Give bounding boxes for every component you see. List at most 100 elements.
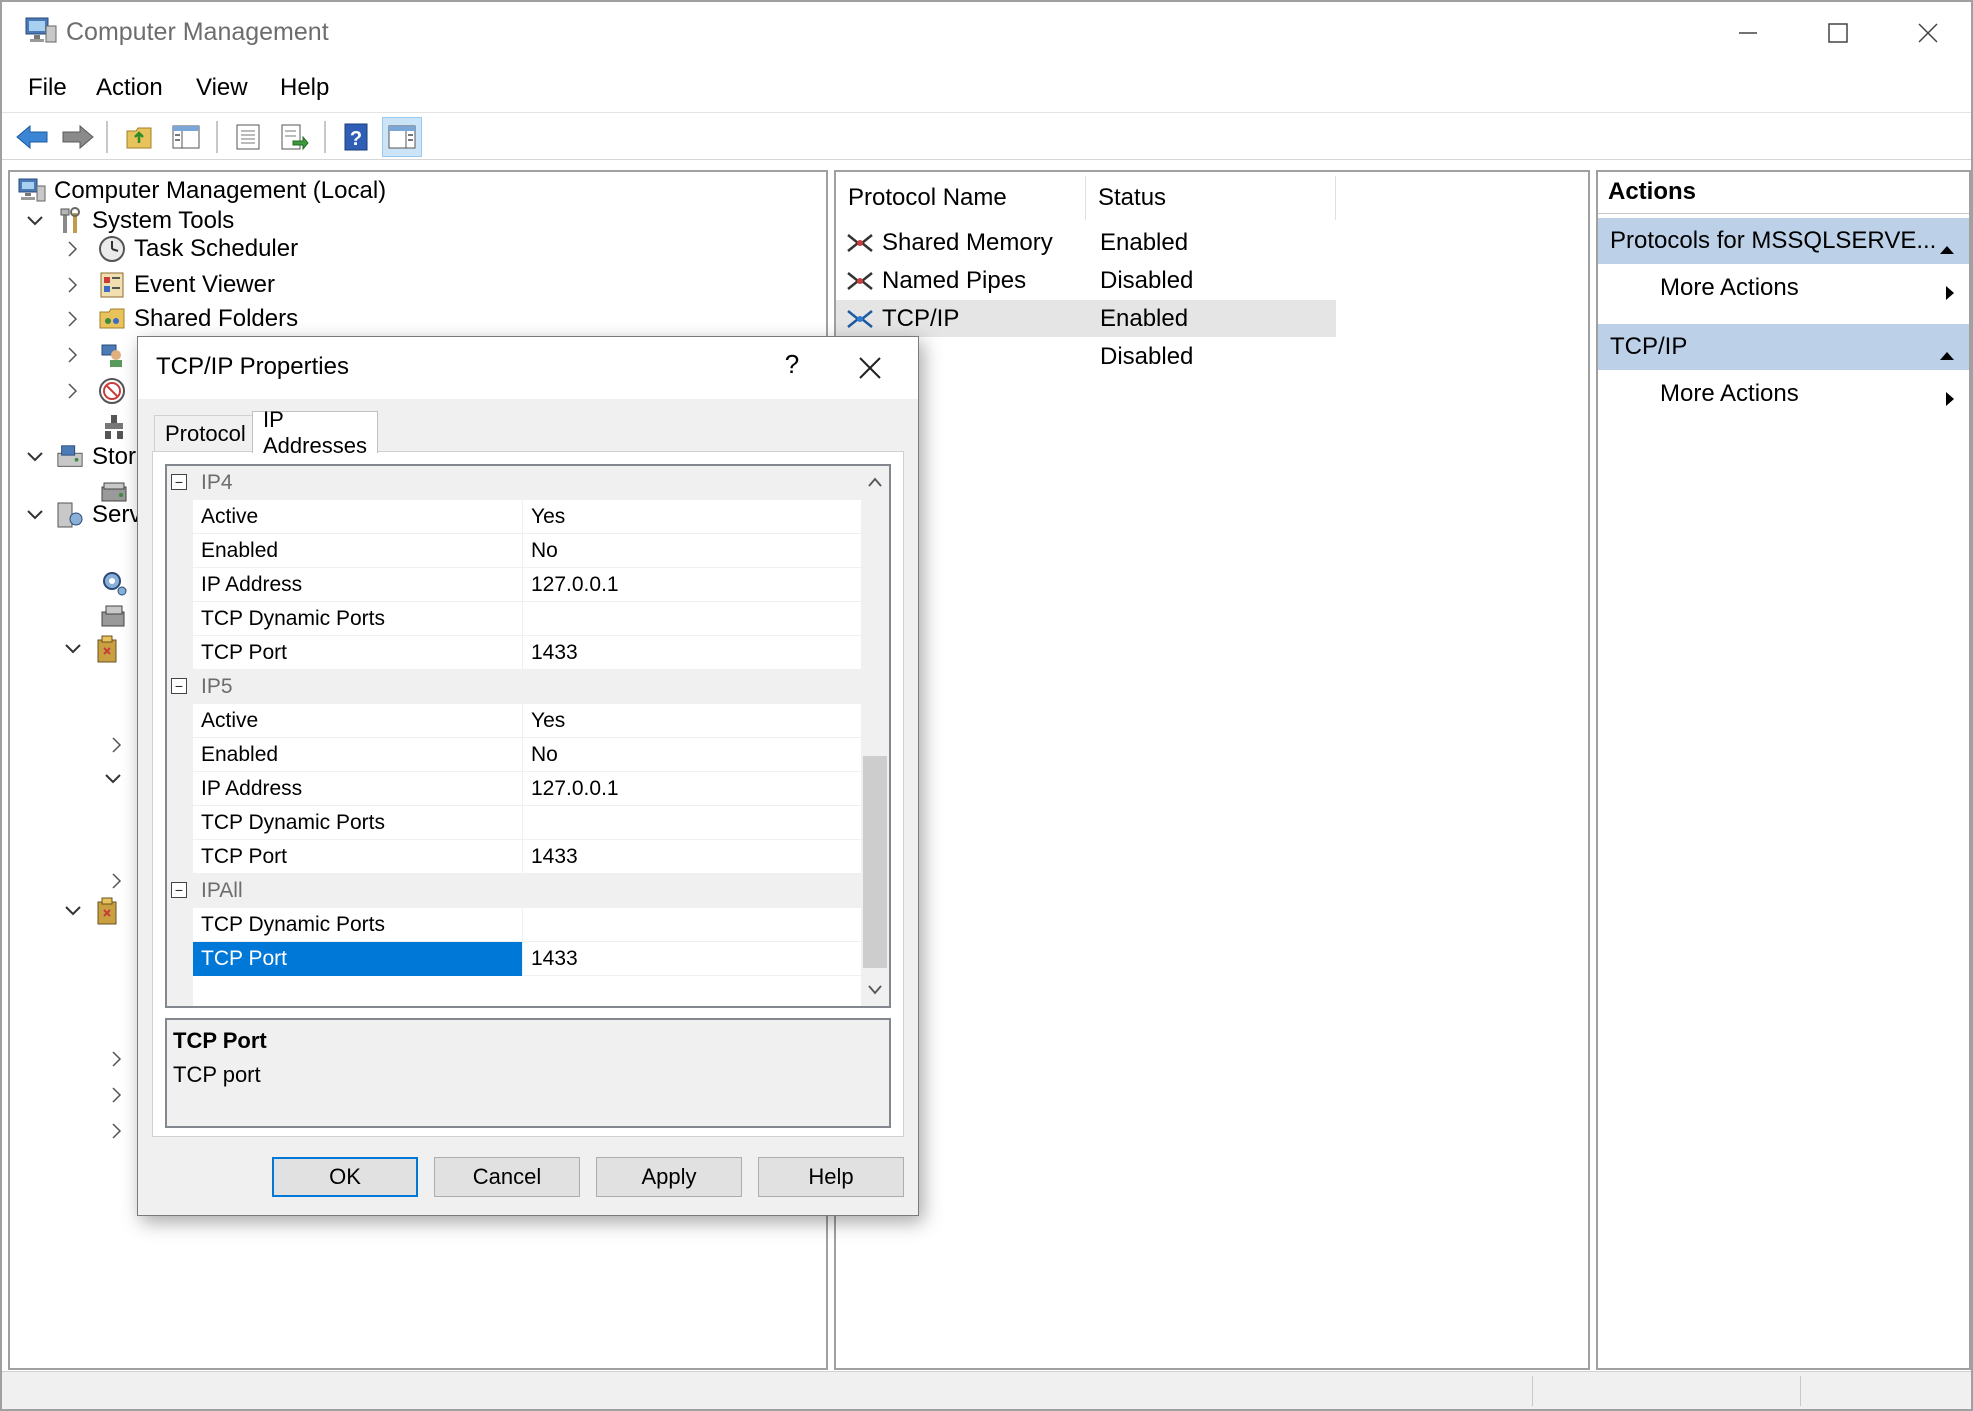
property-value[interactable]: 1433 bbox=[525, 942, 578, 976]
properties-icon[interactable] bbox=[228, 117, 268, 157]
property-row[interactable]: Enabled No bbox=[167, 534, 861, 568]
property-value[interactable]: 1433 bbox=[525, 636, 578, 670]
cancel-button[interactable]: Cancel bbox=[434, 1157, 580, 1197]
property-value[interactable]: Yes bbox=[525, 500, 565, 534]
back-button[interactable] bbox=[12, 117, 52, 157]
property-row[interactable]: Active Yes bbox=[167, 500, 861, 534]
apply-button[interactable]: Apply bbox=[596, 1157, 742, 1197]
property-value[interactable]: 1433 bbox=[525, 840, 578, 874]
chevron-down-icon[interactable] bbox=[102, 762, 124, 796]
property-row[interactable]: IP Address 127.0.0.1 bbox=[167, 772, 861, 806]
collapse-icon[interactable]: − bbox=[171, 474, 187, 490]
chevron-right-icon[interactable] bbox=[106, 728, 128, 762]
property-row[interactable]: TCP Port 1433 bbox=[167, 840, 861, 874]
property-row-selected[interactable]: TCP Port 1433 bbox=[167, 942, 861, 976]
tree-item-storage[interactable]: Stor bbox=[24, 440, 136, 474]
actions-section-tcpip[interactable]: TCP/IP bbox=[1598, 324, 1969, 370]
vertical-scrollbar[interactable] bbox=[861, 466, 889, 1006]
chevron-down-icon[interactable] bbox=[62, 900, 84, 922]
chevron-right-icon[interactable] bbox=[62, 344, 84, 366]
tree-item-wmi-control[interactable] bbox=[100, 600, 136, 634]
section-label: Protocols for MSSQLSERVE... bbox=[1610, 227, 1937, 254]
chevron-right-icon[interactable] bbox=[62, 274, 84, 296]
property-row[interactable]: Active Yes bbox=[167, 704, 861, 738]
tree-item-shared-folders[interactable]: Shared Folders bbox=[62, 302, 298, 336]
tree-item-services[interactable]: Serv bbox=[24, 498, 141, 532]
tree-item-sql-config-2[interactable] bbox=[62, 894, 130, 928]
list-item-selected[interactable]: TCP/IP Enabled bbox=[836, 300, 1336, 337]
ok-button[interactable]: OK bbox=[272, 1157, 418, 1197]
help-button[interactable]: Help bbox=[758, 1157, 904, 1197]
section-ipall[interactable]: − IPAll bbox=[167, 874, 861, 908]
property-row[interactable]: TCP Dynamic Ports bbox=[167, 602, 861, 636]
column-header-protocol-name[interactable]: Protocol Name bbox=[836, 176, 1086, 220]
property-row[interactable]: TCP Dynamic Ports bbox=[167, 806, 861, 840]
tree-item-event-viewer[interactable]: Event Viewer bbox=[62, 268, 275, 302]
context-help-button[interactable]: ? bbox=[772, 349, 812, 380]
chevron-right-icon[interactable] bbox=[106, 864, 128, 898]
list-item[interactable]: Shared Memory Enabled bbox=[836, 224, 1336, 261]
up-folder-icon[interactable] bbox=[120, 117, 160, 157]
chevron-down-icon[interactable] bbox=[24, 504, 46, 526]
collapse-icon[interactable]: − bbox=[171, 678, 187, 694]
tree-item-local-users[interactable] bbox=[62, 338, 134, 372]
menu-action[interactable]: Action bbox=[92, 72, 167, 104]
collapse-up-icon[interactable] bbox=[1939, 340, 1955, 368]
menu-view[interactable]: View bbox=[192, 72, 252, 104]
scrollbar-thumb[interactable] bbox=[863, 756, 887, 968]
property-value[interactable]: 127.0.0.1 bbox=[525, 772, 619, 806]
section-label: TCP/IP bbox=[1610, 333, 1688, 360]
forward-button[interactable] bbox=[58, 117, 98, 157]
actions-section-protocols[interactable]: Protocols for MSSQLSERVE... bbox=[1598, 218, 1969, 264]
property-value[interactable] bbox=[525, 602, 531, 636]
menu-file[interactable]: File bbox=[24, 72, 71, 104]
property-value[interactable]: Yes bbox=[525, 704, 565, 738]
minimize-button[interactable] bbox=[1718, 12, 1778, 54]
list-item[interactable]: Named Pipes Disabled bbox=[836, 262, 1336, 299]
property-value[interactable] bbox=[525, 806, 531, 840]
tree-item-root[interactable]: Computer Management (Local) bbox=[18, 174, 386, 208]
collapse-icon[interactable]: − bbox=[171, 882, 187, 898]
section-label: IP5 bbox=[201, 675, 233, 698]
tree-item-services-node[interactable] bbox=[100, 566, 136, 600]
chevron-right-icon[interactable] bbox=[106, 1114, 128, 1148]
chevron-right-icon[interactable] bbox=[62, 238, 84, 260]
chevron-down-icon[interactable] bbox=[24, 210, 46, 232]
property-row[interactable]: TCP Port 1433 bbox=[167, 636, 861, 670]
property-row[interactable]: TCP Dynamic Ports bbox=[167, 908, 861, 942]
property-row[interactable]: IP Address 127.0.0.1 bbox=[167, 568, 861, 602]
tab-ip-addresses[interactable]: IP Addresses bbox=[252, 407, 378, 458]
tree-item-task-scheduler[interactable]: Task Scheduler bbox=[62, 232, 298, 266]
property-value[interactable]: No bbox=[525, 738, 558, 772]
maximize-button[interactable] bbox=[1808, 12, 1868, 54]
dialog-close-button[interactable] bbox=[850, 351, 890, 385]
help-icon[interactable]: ? bbox=[336, 117, 376, 157]
tree-item-device-manager[interactable] bbox=[100, 410, 136, 444]
export-list-icon[interactable] bbox=[274, 117, 314, 157]
more-actions-item[interactable]: More Actions bbox=[1598, 266, 1969, 310]
scroll-up-arrow-icon[interactable] bbox=[861, 466, 889, 498]
property-value[interactable] bbox=[525, 908, 531, 942]
more-actions-item[interactable]: More Actions bbox=[1598, 372, 1969, 416]
column-header-status[interactable]: Status bbox=[1086, 176, 1336, 220]
tree-item-sql-config[interactable] bbox=[62, 632, 130, 666]
property-row[interactable]: Enabled No bbox=[167, 738, 861, 772]
show-hide-tree-icon[interactable] bbox=[166, 117, 206, 157]
tree-item-performance[interactable] bbox=[62, 374, 134, 408]
chevron-right-icon[interactable] bbox=[106, 1078, 128, 1112]
collapse-up-icon[interactable] bbox=[1939, 234, 1955, 262]
property-value[interactable]: No bbox=[525, 534, 558, 568]
property-value[interactable]: 127.0.0.1 bbox=[525, 568, 619, 602]
chevron-right-icon[interactable] bbox=[62, 308, 84, 330]
show-action-pane-icon[interactable] bbox=[382, 117, 422, 157]
scroll-down-arrow-icon[interactable] bbox=[861, 974, 889, 1006]
chevron-right-icon[interactable] bbox=[106, 1042, 128, 1076]
chevron-down-icon[interactable] bbox=[24, 446, 46, 468]
section-ip5[interactable]: − IP5 bbox=[167, 670, 861, 704]
close-window-button[interactable] bbox=[1898, 12, 1958, 54]
section-ip4[interactable]: − IP4 bbox=[167, 466, 861, 500]
menu-help[interactable]: Help bbox=[276, 72, 333, 104]
tab-protocol[interactable]: Protocol bbox=[154, 415, 257, 451]
chevron-down-icon[interactable] bbox=[62, 638, 84, 660]
chevron-right-icon[interactable] bbox=[62, 380, 84, 402]
